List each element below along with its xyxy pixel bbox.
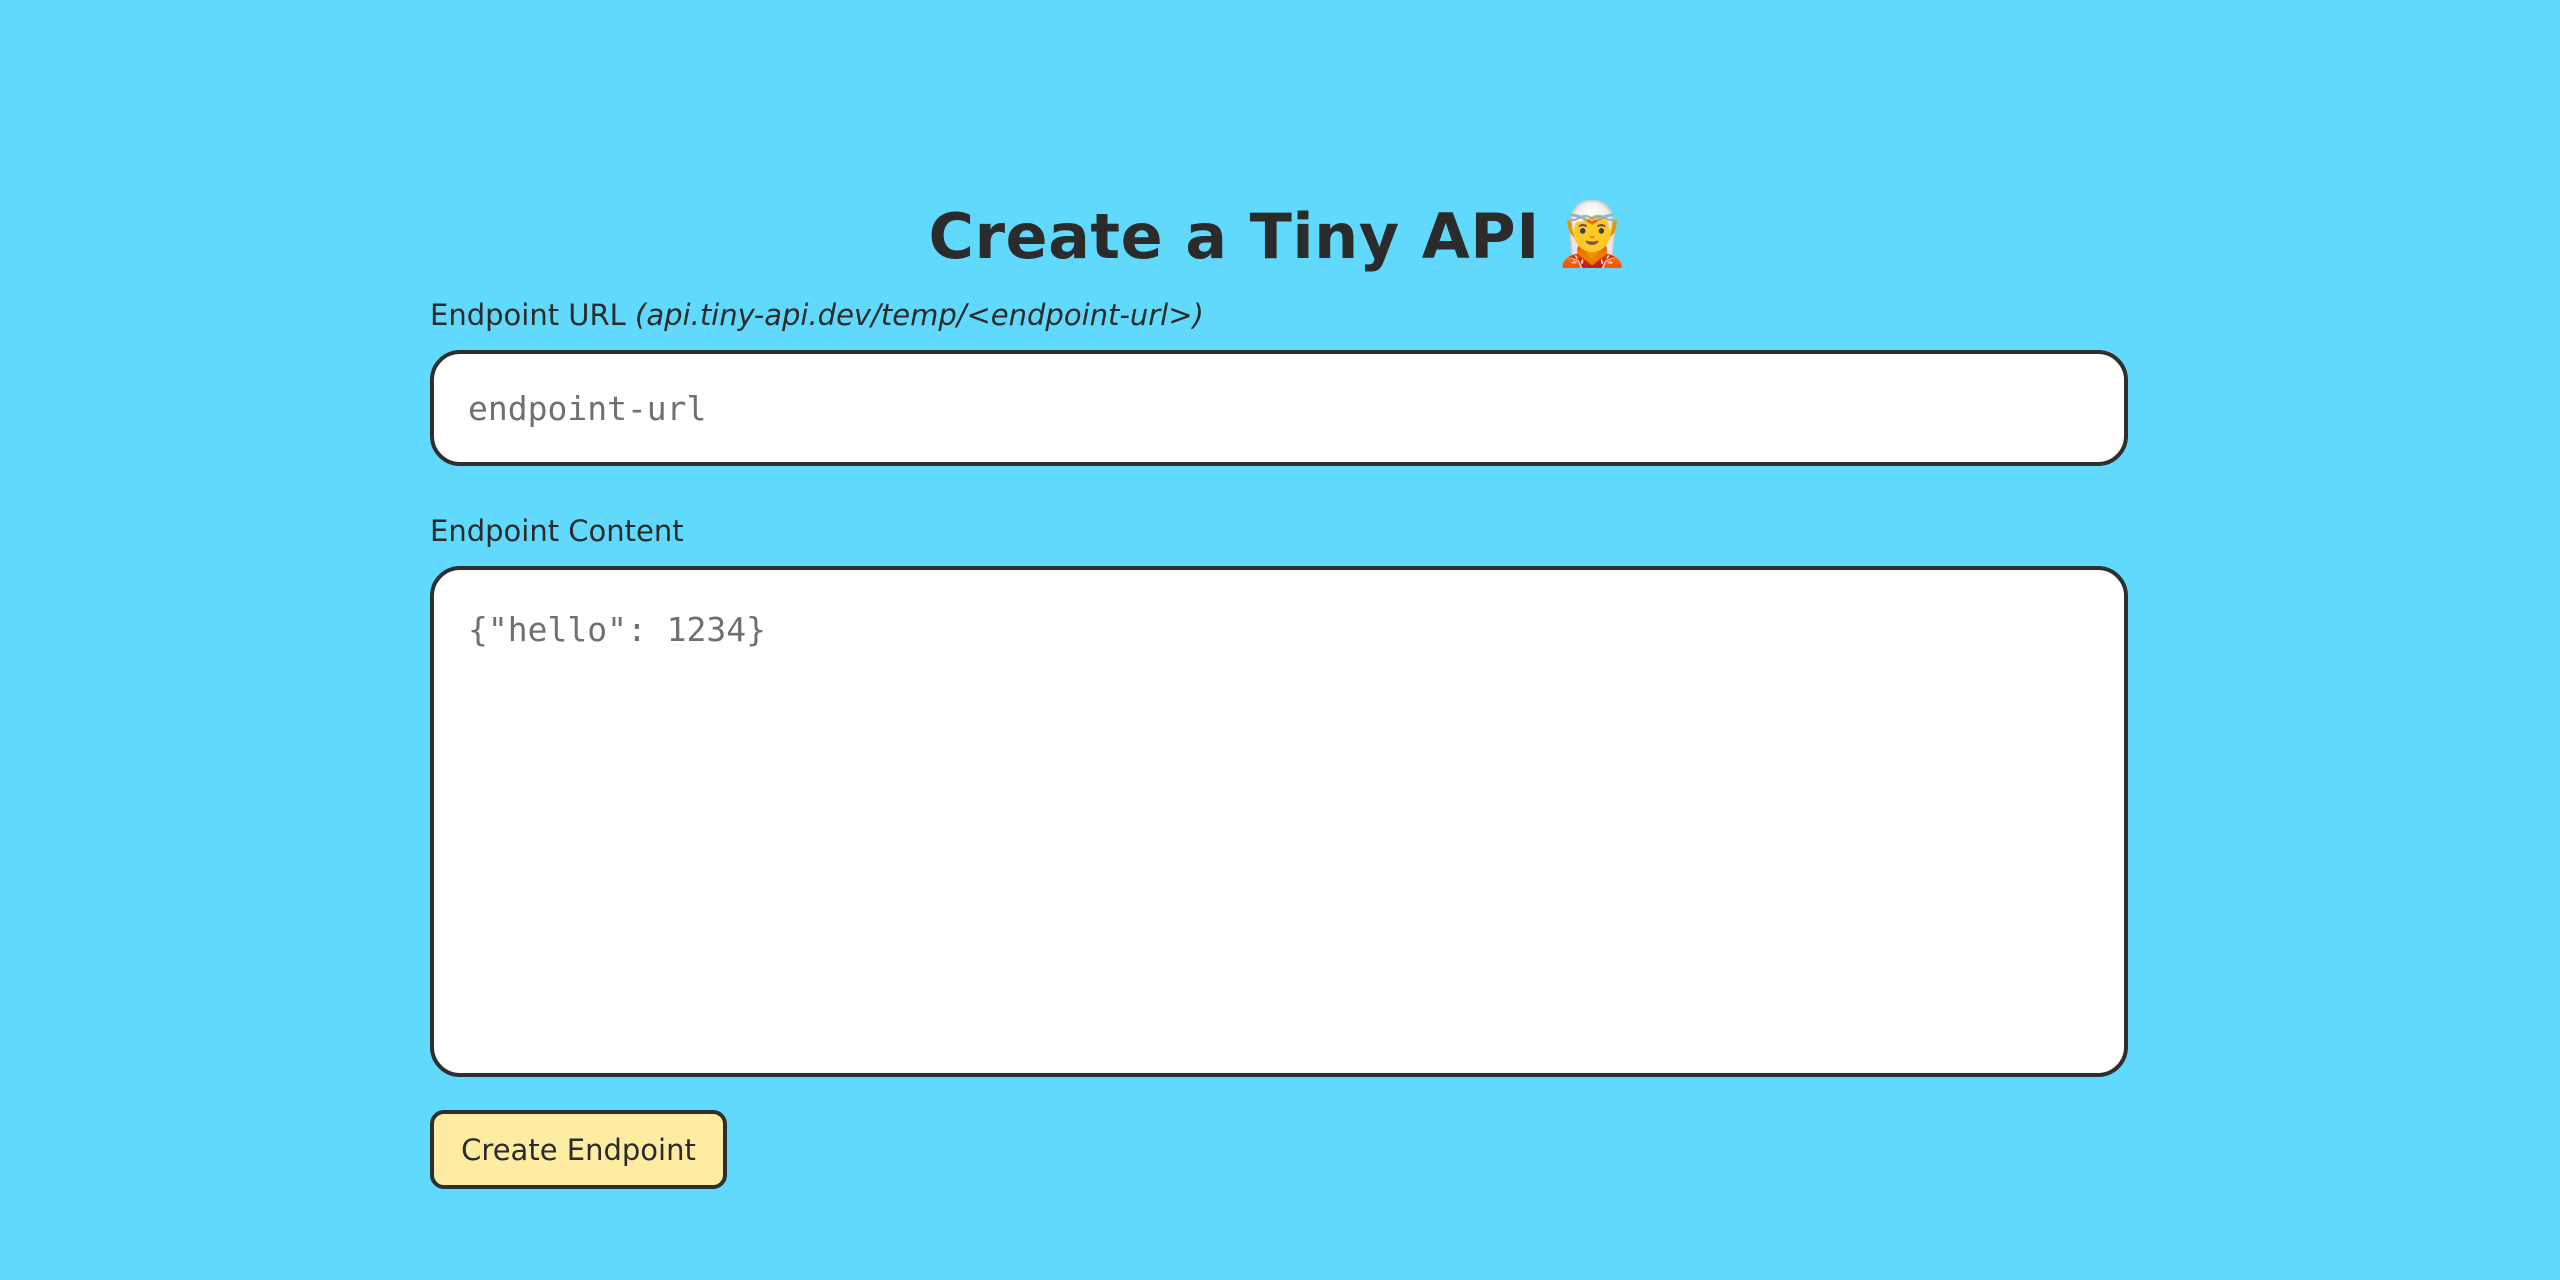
endpoint-url-input[interactable]	[430, 350, 2128, 466]
endpoint-url-label-text: Endpoint URL	[430, 298, 626, 332]
page: Create a Tiny API 🧝 Endpoint URL (api.tin…	[0, 0, 2560, 1280]
endpoint-content-textarea[interactable]	[430, 566, 2128, 1077]
page-title: Create a Tiny API 🧝	[0, 192, 2560, 286]
endpoint-url-label: Endpoint URL (api.tiny-api.dev/temp/<end…	[430, 295, 1204, 335]
elf-icon: 🧝	[1553, 197, 1632, 271]
endpoint-content-label: Endpoint Content	[430, 514, 684, 548]
create-endpoint-button[interactable]: Create Endpoint	[430, 1110, 727, 1189]
endpoint-url-hint: (api.tiny-api.dev/temp/<endpoint-url>)	[635, 298, 1204, 332]
page-title-text: Create a Tiny API	[928, 199, 1540, 273]
